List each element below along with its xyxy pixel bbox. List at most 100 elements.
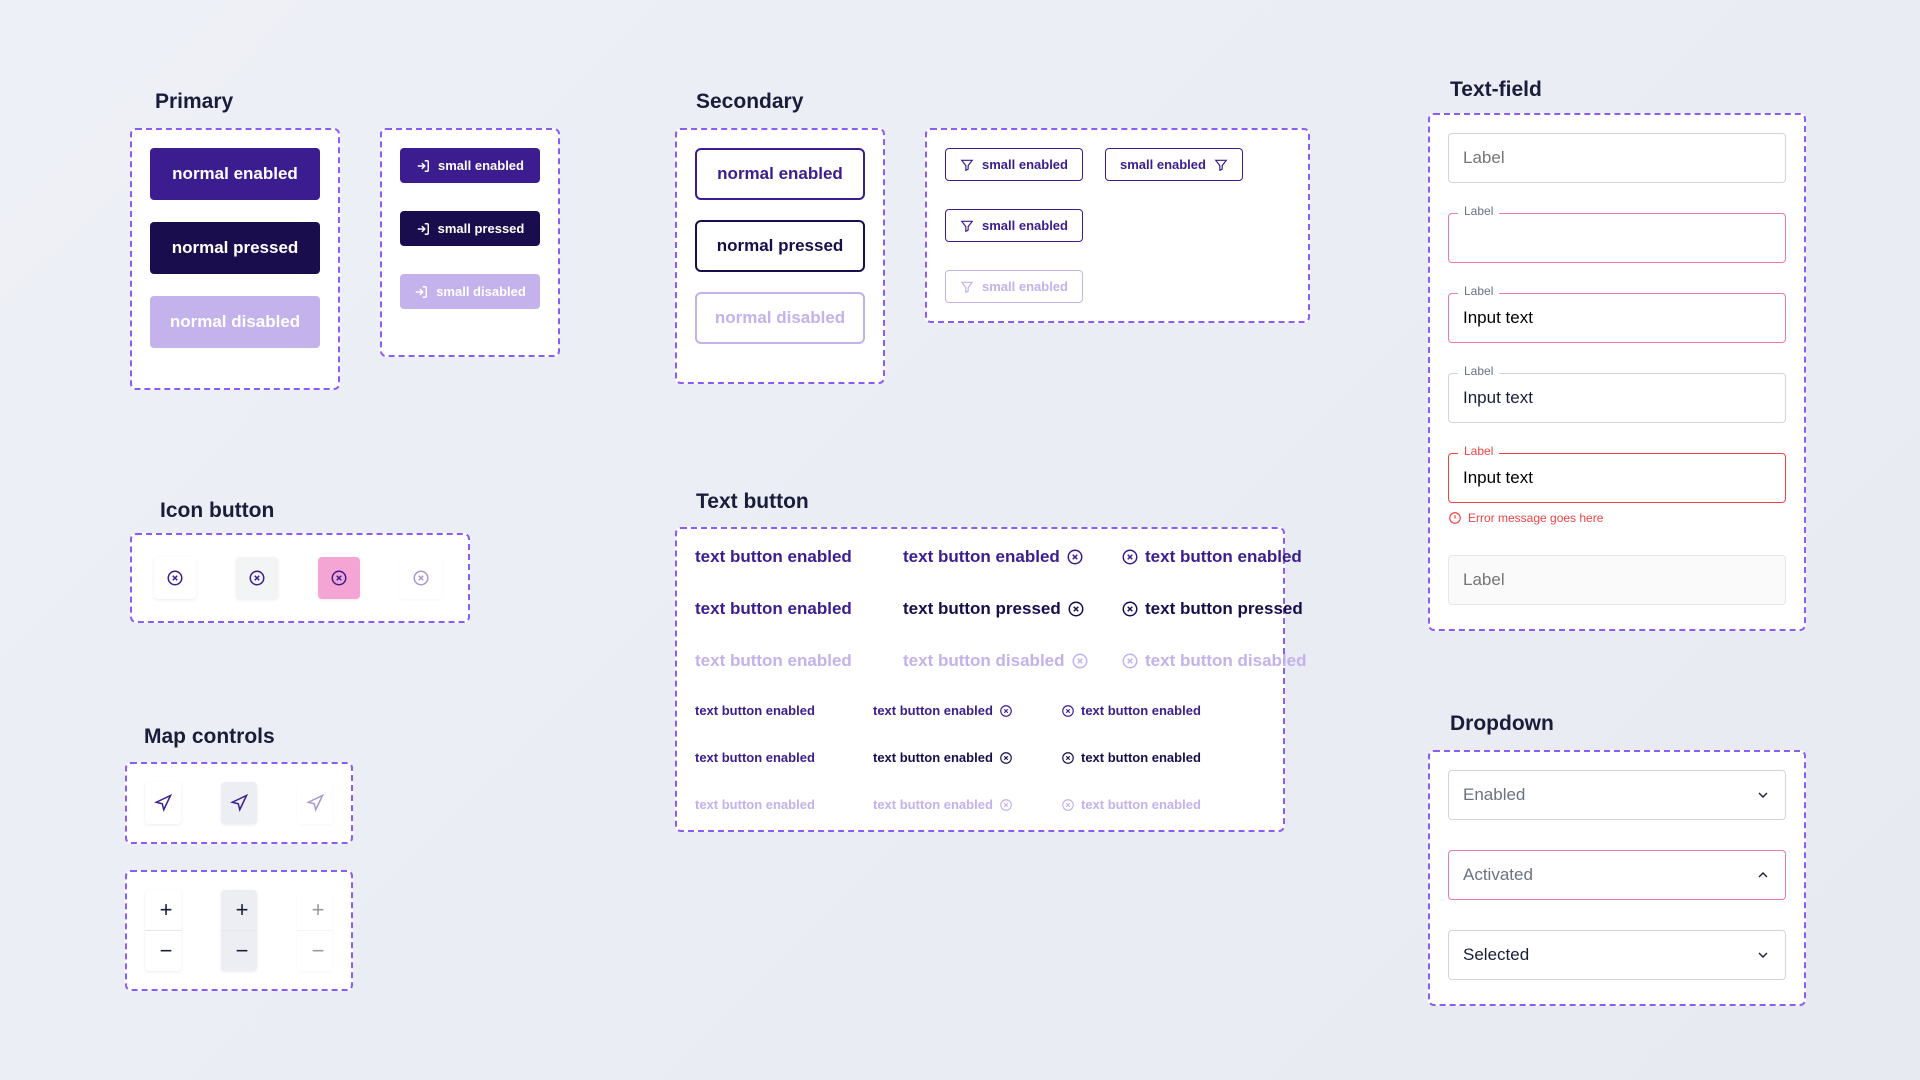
circle-x-icon [1061,751,1075,765]
circle-x-icon [1121,548,1139,566]
text-button-sm-plain-r3: text button enabled [695,797,865,812]
dropdown-selected-toggle[interactable]: Selected [1448,930,1786,980]
icon-button-default[interactable] [154,557,196,599]
text-button-sm-iconleft-r2[interactable]: text button enabled [1061,750,1241,765]
textfield-title: Text-field [1450,78,1542,102]
circle-x-icon [1061,798,1075,812]
filter-icon [960,219,974,233]
dropdown-selected-label: Selected [1463,945,1529,965]
circle-x-icon [1061,704,1075,718]
text-button-label: text button enabled [1081,797,1201,812]
secondary-small-icon-right-button[interactable]: small enabled [1105,148,1243,181]
text-button-sm-iconleft-r1[interactable]: text button enabled [1061,703,1241,718]
login-icon [416,159,430,173]
primary-small-enabled-button[interactable]: small enabled [400,148,540,183]
text-button-lg-iconright-disabled: text button disabled [903,651,1113,671]
zoom-in-button[interactable]: + [221,890,257,930]
textfield-error-input[interactable] [1448,453,1786,503]
text-button-label: text button enabled [873,703,993,718]
secondary-small-label: small enabled [982,218,1068,233]
dropdown-enabled-toggle[interactable]: Enabled [1448,770,1786,820]
text-button-sm-iconright-r2[interactable]: text button enabled [873,750,1053,765]
mapcontrols-title: Map controls [144,725,275,749]
dropdown-activated-toggle[interactable]: Activated [1448,850,1786,900]
text-button-lg-iconleft-pressed[interactable]: text button pressed [1121,599,1331,619]
secondary-normal-enabled-button[interactable]: normal enabled [695,148,865,200]
textfield-focused-empty: Label [1448,213,1786,263]
filter-icon [960,158,974,172]
text-button-sm-iconright-r3: text button enabled [873,797,1053,812]
textfield-float-label: Label [1458,364,1499,378]
primary-small-showcase: small enabled small pressed small disabl… [380,128,560,357]
secondary-small-label: small enabled [1120,157,1206,172]
zoom-control-hover: + − [221,890,257,971]
textfield-disabled [1448,555,1786,605]
textfield-error-text: Error message goes here [1468,511,1603,525]
locate-button-hover[interactable] [221,782,257,824]
navigation-icon [154,794,172,812]
dropdown-activated-label: Activated [1463,865,1533,885]
secondary-small-label: small enabled [982,157,1068,172]
icon-button-hover[interactable] [236,557,278,599]
zoom-out-button[interactable]: − [145,931,181,971]
circle-x-icon [1066,548,1084,566]
textfield-focused-input[interactable] [1448,213,1786,263]
circle-x-icon [330,569,348,587]
icon-button-pressed[interactable] [318,557,360,599]
text-button-lg-iconright-enabled[interactable]: text button enabled [903,547,1113,567]
navigation-icon [230,794,248,812]
text-button-label: text button enabled [1145,547,1302,567]
chevron-up-icon [1755,867,1771,883]
text-button-label: text button enabled [903,547,1060,567]
textfield-filled-input[interactable] [1448,373,1786,423]
dropdown-selected: Selected [1448,930,1786,980]
text-button-sm-plain-r2[interactable]: text button enabled [695,750,865,765]
textfield-float-label: Label [1458,204,1499,218]
primary-normal-disabled-button: normal disabled [150,296,320,348]
text-button-label: text button pressed [1145,599,1303,619]
primary-normal-enabled-button[interactable]: normal enabled [150,148,320,200]
textfield-error: Label Error message goes here [1448,453,1786,525]
dropdown-title: Dropdown [1450,712,1554,736]
secondary-small-icon-left-button-2[interactable]: small enabled [945,209,1083,242]
text-button-lg-plain-row2[interactable]: text button enabled [695,599,895,619]
text-button-lg-iconleft-enabled[interactable]: text button enabled [1121,547,1331,567]
circle-x-icon [1071,652,1089,670]
secondary-normal-pressed-button[interactable]: normal pressed [695,220,865,272]
textfield-float-label-error: Label [1458,444,1499,458]
text-button-lg-plain-enabled[interactable]: text button enabled [695,547,895,567]
text-button-lg-iconright-pressed[interactable]: text button pressed [903,599,1113,619]
textfield-default [1448,133,1786,183]
secondary-normal-showcase: normal enabled normal pressed normal dis… [675,128,885,384]
filter-icon [960,280,974,294]
circle-x-icon [1067,600,1085,618]
textfield-default-input[interactable] [1448,133,1786,183]
primary-normal-pressed-button[interactable]: normal pressed [150,222,320,274]
locate-button-default[interactable] [145,782,181,824]
zoom-in-button[interactable]: + [145,890,181,930]
zoom-out-button[interactable]: − [221,931,257,971]
secondary-small-icon-left-button[interactable]: small enabled [945,148,1083,181]
dropdown-enabled-label: Enabled [1463,785,1525,805]
text-button-label: text button enabled [873,797,993,812]
text-button-sm-iconright-r1[interactable]: text button enabled [873,703,1053,718]
text-button-sm-iconleft-r3: text button enabled [1061,797,1241,812]
primary-title: Primary [155,90,233,114]
textfield-focused-filled-input[interactable] [1448,293,1786,343]
locate-button-disabled [297,782,333,824]
dropdown-showcase: Enabled Activated Selected [1428,750,1806,1006]
textfield-focused-filled: Label [1448,293,1786,343]
iconbutton-title: Icon button [160,499,274,523]
primary-small-disabled-label: small disabled [436,284,526,299]
navigation-icon [306,794,324,812]
zoom-control-default: + − [145,890,181,971]
primary-small-enabled-label: small enabled [438,158,524,173]
circle-x-icon [166,569,184,587]
circle-x-icon [999,704,1013,718]
icon-button-disabled [400,557,442,599]
secondary-small-showcase: small enabled small enabled small enable… [925,128,1310,323]
textfield-disabled-input [1448,555,1786,605]
text-button-sm-plain-r1[interactable]: text button enabled [695,703,865,718]
text-button-label: text button disabled [903,651,1065,671]
primary-small-pressed-button[interactable]: small pressed [400,211,540,246]
